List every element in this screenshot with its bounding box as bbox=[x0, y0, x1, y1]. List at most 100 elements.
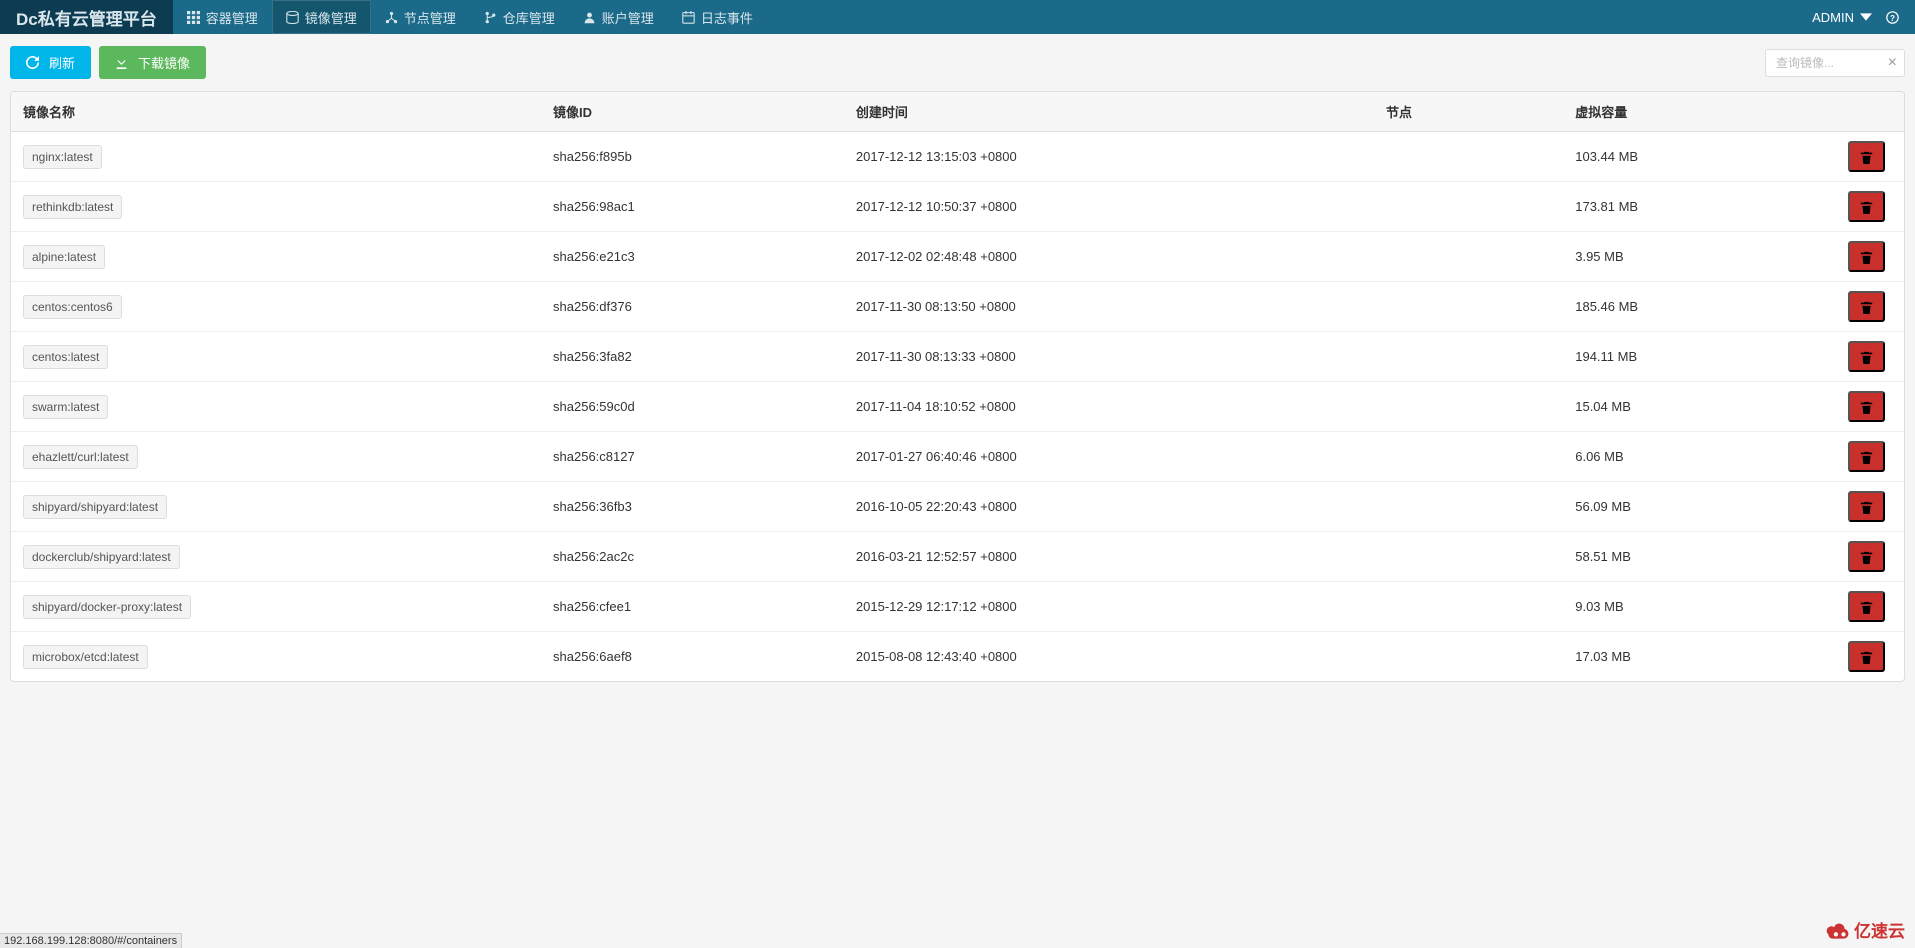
delete-button[interactable] bbox=[1848, 241, 1885, 272]
footer-brand-logo: 亿速云 bbox=[1824, 917, 1905, 942]
user-icon bbox=[583, 11, 596, 24]
trash-icon bbox=[1860, 599, 1873, 614]
delete-button[interactable] bbox=[1848, 141, 1885, 172]
image-tag[interactable]: shipyard/docker-proxy:latest bbox=[23, 595, 191, 619]
image-tag[interactable]: shipyard/shipyard:latest bbox=[23, 495, 167, 519]
image-node bbox=[1374, 432, 1563, 482]
image-node bbox=[1374, 232, 1563, 282]
delete-button[interactable] bbox=[1848, 341, 1885, 372]
image-id: sha256:e21c3 bbox=[541, 232, 844, 282]
nav-item-user[interactable]: 账户管理 bbox=[569, 0, 668, 34]
image-tag[interactable]: ehazlett/curl:latest bbox=[23, 445, 138, 469]
admin-label: ADMIN bbox=[1812, 10, 1854, 25]
network-icon bbox=[385, 11, 398, 24]
nav-item-network[interactable]: 节点管理 bbox=[371, 0, 470, 34]
delete-button[interactable] bbox=[1848, 541, 1885, 572]
nav-item-disk[interactable]: 镜像管理 bbox=[272, 0, 371, 34]
delete-button[interactable] bbox=[1848, 491, 1885, 522]
refresh-label: 刷新 bbox=[49, 53, 75, 72]
image-size: 173.81 MB bbox=[1563, 182, 1828, 232]
table-row: dockerclub/shipyard:latest sha256:2ac2c20… bbox=[11, 532, 1904, 582]
image-created: 2017-01-27 06:40:46 +0800 bbox=[844, 432, 1374, 482]
table-row: centos:latestsha256:3fa822017-11-30 08:1… bbox=[11, 332, 1904, 382]
table-row: alpine:latestsha256:e21c32017-12-02 02:4… bbox=[11, 232, 1904, 282]
image-node bbox=[1374, 582, 1563, 632]
image-id: sha256:f895b bbox=[541, 132, 844, 182]
table-row: ehazlett/curl:latest sha256:c81272017-01-… bbox=[11, 432, 1904, 482]
nav-list: 容器管理镜像管理节点管理 仓库管理 账户管理日志事件 bbox=[173, 0, 1796, 34]
image-node bbox=[1374, 532, 1563, 582]
image-created: 2017-12-12 10:50:37 +0800 bbox=[844, 182, 1374, 232]
table-row: nginx:latest sha256:f895b2017-12-12 13:15… bbox=[11, 132, 1904, 182]
image-tag[interactable]: alpine:latest bbox=[23, 245, 105, 269]
image-tag[interactable]: nginx:latest bbox=[23, 145, 102, 169]
delete-button[interactable] bbox=[1848, 591, 1885, 622]
col-header-node[interactable]: 节点 bbox=[1374, 92, 1563, 132]
nav-item-grid[interactable]: 容器管理 bbox=[173, 0, 272, 34]
col-header-name[interactable]: 镜像名称 bbox=[11, 92, 541, 132]
image-created: 2017-11-30 08:13:33 +0800 bbox=[844, 332, 1374, 382]
table-row: swarm:latestsha256:59c0d2017-11-04 18:10… bbox=[11, 382, 1904, 432]
table-row: rethinkdb:latest sha256:98ac12017-12-12 1… bbox=[11, 182, 1904, 232]
image-created: 2015-12-29 12:17:12 +0800 bbox=[844, 582, 1374, 632]
col-header-size[interactable]: 虚拟容量 bbox=[1563, 92, 1828, 132]
image-node bbox=[1374, 382, 1563, 432]
image-created: 2017-11-30 08:13:50 +0800 bbox=[844, 282, 1374, 332]
image-id: sha256:2ac2c bbox=[541, 532, 844, 582]
search-input[interactable] bbox=[1765, 49, 1905, 77]
image-tag[interactable]: microbox/etcd:latest bbox=[23, 645, 148, 669]
image-tag[interactable]: centos:centos6 bbox=[23, 295, 122, 319]
image-id: sha256:6aef8 bbox=[541, 632, 844, 682]
image-id: sha256:cfee1 bbox=[541, 582, 844, 632]
table-row: centos:centos6sha256:df3762017-11-30 08:… bbox=[11, 282, 1904, 332]
delete-button[interactable] bbox=[1848, 191, 1885, 222]
grid-icon bbox=[187, 11, 200, 24]
delete-button[interactable] bbox=[1848, 441, 1885, 472]
trash-icon bbox=[1860, 449, 1873, 464]
top-navbar: Dc私有云管理平台 容器管理镜像管理节点管理仓库管理账户管理日志事件 ADMIN… bbox=[0, 0, 1915, 34]
image-created: 2017-12-12 13:15:03 +0800 bbox=[844, 132, 1374, 182]
trash-icon bbox=[1860, 149, 1873, 164]
trash-icon bbox=[1860, 199, 1873, 214]
toolbar: 刷新 下载镜像 × bbox=[10, 46, 1905, 79]
image-tag[interactable]: swarm:latest bbox=[23, 395, 108, 419]
download-button[interactable]: 下载镜像 bbox=[99, 46, 206, 79]
image-created: 2016-03-21 12:52:57 +0800 bbox=[844, 532, 1374, 582]
caret-down-icon bbox=[1860, 11, 1872, 23]
refresh-button[interactable]: 刷新 bbox=[10, 46, 91, 79]
cloud-icon bbox=[1824, 921, 1850, 939]
image-size: 15.04 MB bbox=[1563, 382, 1828, 432]
delete-button[interactable] bbox=[1848, 641, 1885, 672]
nav-item-calendar[interactable]: 日志事件 bbox=[668, 0, 767, 34]
image-id: sha256:c8127 bbox=[541, 432, 844, 482]
delete-button[interactable] bbox=[1848, 391, 1885, 422]
nav-label: 仓库管理 bbox=[503, 8, 555, 27]
nav-item-branch[interactable]: 仓库管理 bbox=[470, 0, 569, 34]
table-header-row: 镜像名称 镜像ID 创建时间 节点 虚拟容量 bbox=[11, 92, 1904, 132]
nav-label: 账户管理 bbox=[602, 8, 654, 27]
delete-button[interactable] bbox=[1848, 291, 1885, 322]
image-size: 103.44 MB bbox=[1563, 132, 1828, 182]
col-header-created[interactable]: 创建时间 bbox=[844, 92, 1374, 132]
help-icon[interactable]: ? bbox=[1886, 11, 1899, 24]
trash-icon bbox=[1860, 549, 1873, 564]
image-node bbox=[1374, 632, 1563, 682]
image-node bbox=[1374, 182, 1563, 232]
table-row: shipyard/docker-proxy:latest sha256:cfee1… bbox=[11, 582, 1904, 632]
image-id: sha256:98ac1 bbox=[541, 182, 844, 232]
image-size: 9.03 MB bbox=[1563, 582, 1828, 632]
image-size: 6.06 MB bbox=[1563, 432, 1828, 482]
toolbar-left: 刷新 下载镜像 bbox=[10, 46, 206, 79]
image-tag[interactable]: rethinkdb:latest bbox=[23, 195, 122, 219]
image-node bbox=[1374, 132, 1563, 182]
image-tag[interactable]: centos:latest bbox=[23, 345, 108, 369]
svg-text:?: ? bbox=[1890, 13, 1895, 22]
trash-icon bbox=[1860, 249, 1873, 264]
image-tag[interactable]: dockerclub/shipyard:latest bbox=[23, 545, 180, 569]
search-clear-icon[interactable]: × bbox=[1888, 54, 1897, 72]
col-header-id[interactable]: 镜像ID bbox=[541, 92, 844, 132]
image-size: 3.95 MB bbox=[1563, 232, 1828, 282]
admin-dropdown[interactable]: ADMIN bbox=[1812, 10, 1872, 25]
images-table-wrap: 镜像名称 镜像ID 创建时间 节点 虚拟容量 nginx:latest sha25… bbox=[10, 91, 1905, 682]
table-row: microbox/etcd:latestsha256:6aef82015-08-… bbox=[11, 632, 1904, 682]
